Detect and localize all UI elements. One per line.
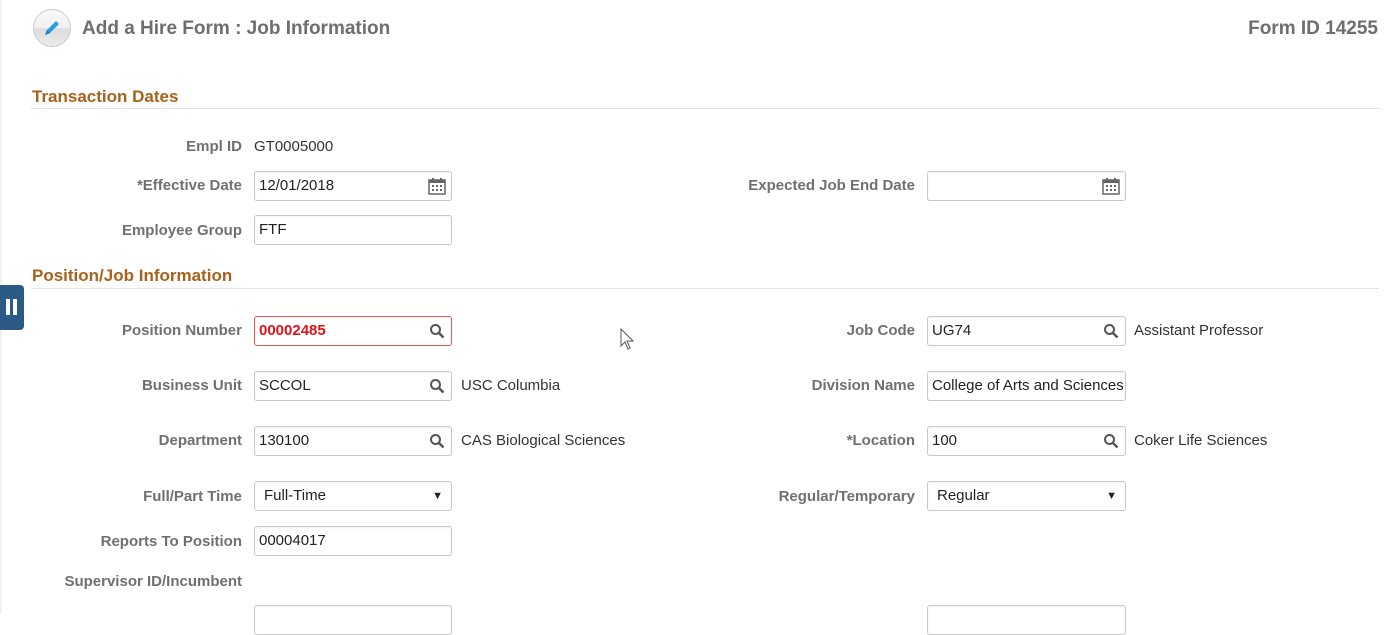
dropdown-caret-icon: ▼ <box>1106 490 1117 502</box>
mouse-cursor-icon <box>620 328 635 350</box>
location-label: *Location <box>846 432 915 449</box>
page-title: Add a Hire Form : Job Information <box>82 18 391 39</box>
division-name-label: Division Name <box>811 377 915 394</box>
job-code-value: UG74 <box>932 322 972 339</box>
empl-id-value: GT0005000 <box>254 138 334 155</box>
section-title-transaction-dates: Transaction Dates <box>32 87 179 106</box>
section-divider <box>31 108 1379 109</box>
employee-group-value: FTF <box>259 221 287 238</box>
job-code-input[interactable]: UG74 <box>927 316 1126 346</box>
section-divider <box>31 288 1379 289</box>
form-id: Form ID 14255 <box>1248 18 1378 39</box>
employee-group-label: Employee Group <box>121 222 242 239</box>
page-header: Add a Hire Form : Job Information Form I… <box>0 0 1393 60</box>
reports-to-position-value: 00004017 <box>259 532 326 549</box>
job-code-description: Assistant Professor <box>1134 322 1264 339</box>
supervisor-label: Supervisor ID/Incumbent <box>64 573 242 590</box>
reports-to-position-label: Reports To Position <box>100 533 242 550</box>
supervisor-name-input[interactable] <box>927 605 1126 635</box>
pause-bar-icon <box>13 299 17 315</box>
location-description: Coker Life Sciences <box>1134 432 1268 449</box>
search-icon[interactable] <box>1103 433 1119 449</box>
location-value: 100 <box>932 432 958 449</box>
search-icon[interactable] <box>1103 323 1119 339</box>
section-title-position-job: Position/Job Information <box>32 266 233 285</box>
location-input[interactable]: 100 <box>927 426 1126 456</box>
reports-to-position-input[interactable]: 00004017 <box>254 526 452 556</box>
supervisor-id-input[interactable] <box>254 605 452 635</box>
pencil-icon <box>33 9 71 47</box>
regular-temporary-label: Regular/Temporary <box>778 488 915 505</box>
pause-bar-icon <box>6 299 10 315</box>
calendar-icon[interactable] <box>1101 176 1121 196</box>
division-name-input[interactable]: College of Arts and Sciences <box>927 371 1126 401</box>
regular-temporary-value: Regular <box>937 487 990 504</box>
regular-temporary-select[interactable]: Regular ▼ <box>927 481 1126 511</box>
empl-id-label: Empl ID <box>186 138 242 155</box>
job-code-label: Job Code <box>846 322 915 339</box>
expected-end-date-label: Expected Job End Date <box>748 177 915 194</box>
division-name-value: College of Arts and Sciences <box>932 377 1123 394</box>
employee-group-input[interactable]: FTF <box>254 215 452 245</box>
expected-end-date-input[interactable] <box>927 171 1126 201</box>
